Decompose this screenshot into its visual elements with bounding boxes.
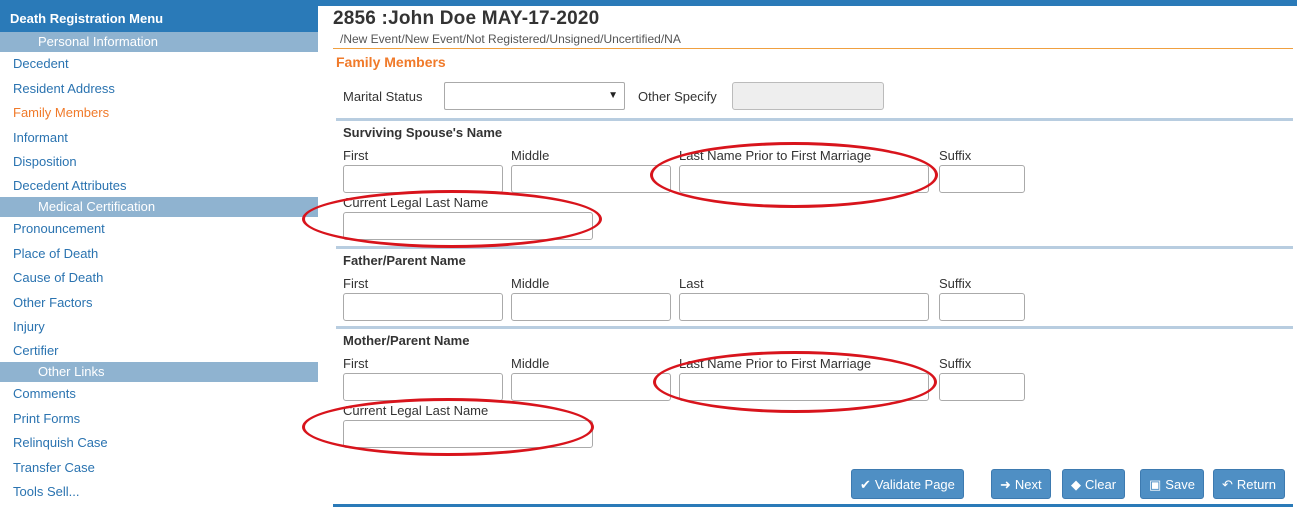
father-last-input[interactable] [679, 293, 929, 321]
sidebar-item-informant[interactable]: Informant [0, 126, 318, 151]
mother-current-legal-label: Current Legal Last Name [343, 403, 489, 418]
next-button[interactable]: ➜ Next [991, 469, 1051, 499]
sidebar-nav: Death Registration Menu Personal Informa… [0, 6, 318, 512]
mother-middle-label: Middle [511, 356, 550, 371]
sidebar-item-pronouncement[interactable]: Pronouncement [0, 217, 318, 242]
section-divider [336, 118, 1293, 121]
sidebar-item-family-members[interactable]: Family Members [0, 101, 318, 126]
sidebar-item-decedent-attributes[interactable]: Decedent Attributes [0, 175, 318, 197]
next-label: Next [1014, 477, 1042, 492]
save-icon: ▣ [1149, 477, 1162, 492]
dropdown-arrow-icon: ▼ [608, 90, 618, 101]
spouse-suffix-input[interactable] [939, 165, 1025, 193]
marital-status-label: Marital Status [343, 89, 423, 104]
other-specify-input[interactable] [732, 82, 884, 110]
mother-last-label: Last Name Prior to First Marriage [679, 356, 872, 371]
return-label: Return [1236, 477, 1276, 492]
sidebar-item-other-factors[interactable]: Other Factors [0, 291, 318, 316]
father-middle-label: Middle [511, 276, 550, 291]
sidebar-item-comments[interactable]: Comments [0, 382, 318, 407]
mother-current-legal-input[interactable] [343, 420, 593, 448]
marital-status-select[interactable]: ▼ [444, 82, 625, 110]
sidebar-section-medical: Medical Certification [0, 196, 318, 217]
case-status-path: /New Event/New Event/Not Registered/Unsi… [340, 32, 681, 46]
page-title: 2856 :John Doe MAY-17-2020 [333, 8, 600, 29]
spouse-suffix-label: Suffix [939, 148, 972, 163]
spouse-current-legal-input[interactable] [343, 212, 593, 240]
save-button[interactable]: ▣ Save [1140, 469, 1204, 499]
section-divider [336, 326, 1293, 329]
sidebar-item-disposition[interactable]: Disposition [0, 150, 318, 175]
check-circle-icon: ✔ [860, 477, 871, 492]
spouse-current-legal-label: Current Legal Last Name [343, 195, 489, 210]
father-suffix-input[interactable] [939, 293, 1025, 321]
mother-group-title: Mother/Parent Name [343, 333, 470, 348]
father-last-label: Last [679, 276, 704, 291]
clear-label: Clear [1085, 477, 1117, 492]
spouse-first-input[interactable] [343, 165, 503, 193]
undo-icon: ↶ [1222, 477, 1233, 492]
mother-last-prior-input[interactable] [679, 373, 929, 401]
mother-first-label: First [343, 356, 369, 371]
sidebar-section-other: Other Links [0, 361, 318, 382]
spouse-group-title: Surviving Spouse's Name [343, 125, 503, 140]
sidebar-item-resident-address[interactable]: Resident Address [0, 77, 318, 102]
mother-suffix-label: Suffix [939, 356, 972, 371]
father-first-input[interactable] [343, 293, 503, 321]
sidebar-item-decedent[interactable]: Decedent [0, 52, 318, 77]
arrow-right-icon: ➜ [1000, 477, 1011, 492]
return-button[interactable]: ↶ Return [1213, 469, 1285, 499]
sidebar-item-place-of-death[interactable]: Place of Death [0, 242, 318, 267]
father-group-title: Father/Parent Name [343, 253, 466, 268]
father-middle-input[interactable] [511, 293, 671, 321]
father-first-label: First [343, 276, 369, 291]
spouse-last-label: Last Name Prior to First Marriage [679, 148, 872, 163]
title-divider [333, 48, 1293, 49]
spouse-middle-label: Middle [511, 148, 550, 163]
sidebar-item-injury[interactable]: Injury [0, 315, 318, 340]
section-title: Family Members [336, 54, 446, 70]
father-suffix-label: Suffix [939, 276, 972, 291]
mother-middle-input[interactable] [511, 373, 671, 401]
spouse-first-label: First [343, 148, 369, 163]
spouse-middle-input[interactable] [511, 165, 671, 193]
sidebar-item-cause-of-death[interactable]: Cause of Death [0, 266, 318, 291]
main-content: 2856 :John Doe MAY-17-2020 /New Event/Ne… [302, 6, 1293, 512]
eraser-icon: ◆ [1071, 477, 1081, 492]
sidebar-section-personal: Personal Information [0, 32, 318, 52]
sidebar-item-relinquish-case[interactable]: Relinquish Case [0, 431, 318, 456]
sidebar-item-transfer-case[interactable]: Transfer Case [0, 456, 318, 481]
section-divider [336, 246, 1293, 249]
mother-first-input[interactable] [343, 373, 503, 401]
mother-suffix-input[interactable] [939, 373, 1025, 401]
clear-button[interactable]: ◆ Clear [1062, 469, 1126, 499]
bottom-divider [333, 504, 1293, 507]
other-specify-label: Other Specify [638, 89, 717, 104]
sidebar-header: Death Registration Menu [0, 6, 318, 32]
save-label: Save [1165, 477, 1195, 492]
sidebar-item-tools[interactable]: Tools Sell... [0, 480, 318, 505]
sidebar-item-certifier[interactable]: Certifier [0, 340, 318, 362]
validate-page-label: Validate Page [874, 477, 955, 492]
sidebar-item-print-forms[interactable]: Print Forms [0, 407, 318, 432]
validate-page-button[interactable]: ✔ Validate Page [851, 469, 964, 499]
spouse-last-prior-input[interactable] [679, 165, 929, 193]
